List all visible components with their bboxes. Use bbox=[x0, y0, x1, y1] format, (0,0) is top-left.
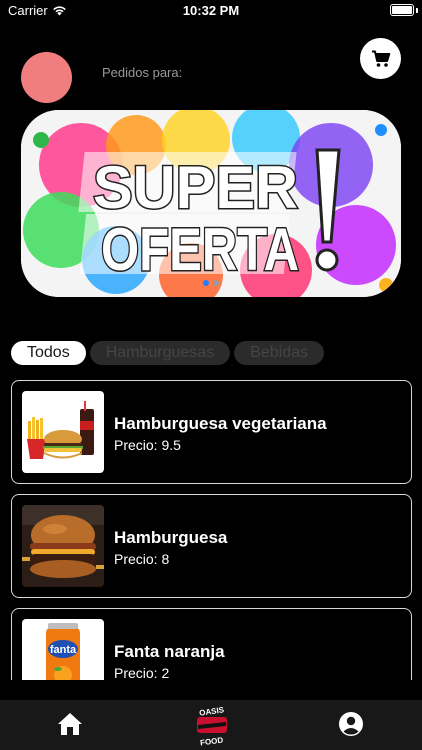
product-price: Precio: 2 bbox=[114, 665, 170, 680]
logo-text-bottom: FOOD bbox=[200, 735, 224, 747]
logo-text-top: OASIS bbox=[199, 705, 226, 717]
battery-icon bbox=[390, 4, 414, 16]
tab-profile[interactable] bbox=[335, 708, 367, 740]
status-time: 10:32 PM bbox=[182, 3, 240, 18]
svg-text:fanta: fanta bbox=[50, 644, 77, 656]
product-price: Precio: 8 bbox=[114, 551, 170, 567]
product-name: Fanta naranja bbox=[114, 642, 225, 661]
tab-home[interactable] bbox=[54, 708, 86, 740]
product-card[interactable]: Hamburguesa vegetariana Precio: 9.5 bbox=[11, 380, 412, 484]
orders-for-label: Pedidos para: bbox=[102, 65, 183, 80]
tab-bar: OASIS FOOD bbox=[0, 700, 422, 750]
combo-meal-image bbox=[22, 391, 104, 473]
filter-todos[interactable]: Todos bbox=[11, 341, 86, 365]
fanta-can-image: fanta bbox=[22, 619, 104, 680]
cart-icon bbox=[371, 50, 390, 67]
avatar[interactable] bbox=[21, 52, 72, 103]
battery-tip bbox=[416, 8, 418, 13]
category-filters: Todos Hamburguesas Bebidas bbox=[11, 341, 325, 365]
profile-icon bbox=[339, 712, 363, 736]
filter-bebidas[interactable]: Bebidas bbox=[234, 341, 325, 365]
product-list[interactable]: Hamburguesa vegetariana Precio: 9.5 Hamb… bbox=[11, 380, 412, 680]
product-name: Hamburguesa bbox=[114, 528, 228, 547]
banner-page-dot-active[interactable] bbox=[203, 280, 209, 286]
banner-line-2: OFERTA bbox=[101, 216, 299, 283]
product-price: Precio: 9.5 bbox=[114, 437, 181, 453]
filter-hamburguesas[interactable]: Hamburguesas bbox=[89, 341, 231, 365]
promo-banner-art: SUPER OFERTA bbox=[21, 110, 401, 297]
product-card[interactable]: Hamburguesa Precio: 8 bbox=[11, 494, 412, 598]
product-card[interactable]: fanta Fanta naranja Precio: 2 bbox=[11, 608, 412, 680]
oasis-food-logo[interactable]: OASIS FOOD bbox=[195, 703, 229, 748]
cart-button[interactable] bbox=[360, 38, 401, 79]
product-name: Hamburguesa vegetariana bbox=[114, 414, 327, 433]
banner-page-dot[interactable] bbox=[213, 280, 219, 286]
banner-line-1: SUPER bbox=[93, 154, 298, 221]
promo-banner[interactable]: SUPER OFERTA bbox=[21, 110, 401, 297]
burger-image bbox=[22, 505, 104, 587]
status-bar: Carrier 10:32 PM bbox=[0, 0, 422, 22]
home-icon bbox=[58, 713, 82, 735]
battery-fill bbox=[392, 6, 412, 14]
